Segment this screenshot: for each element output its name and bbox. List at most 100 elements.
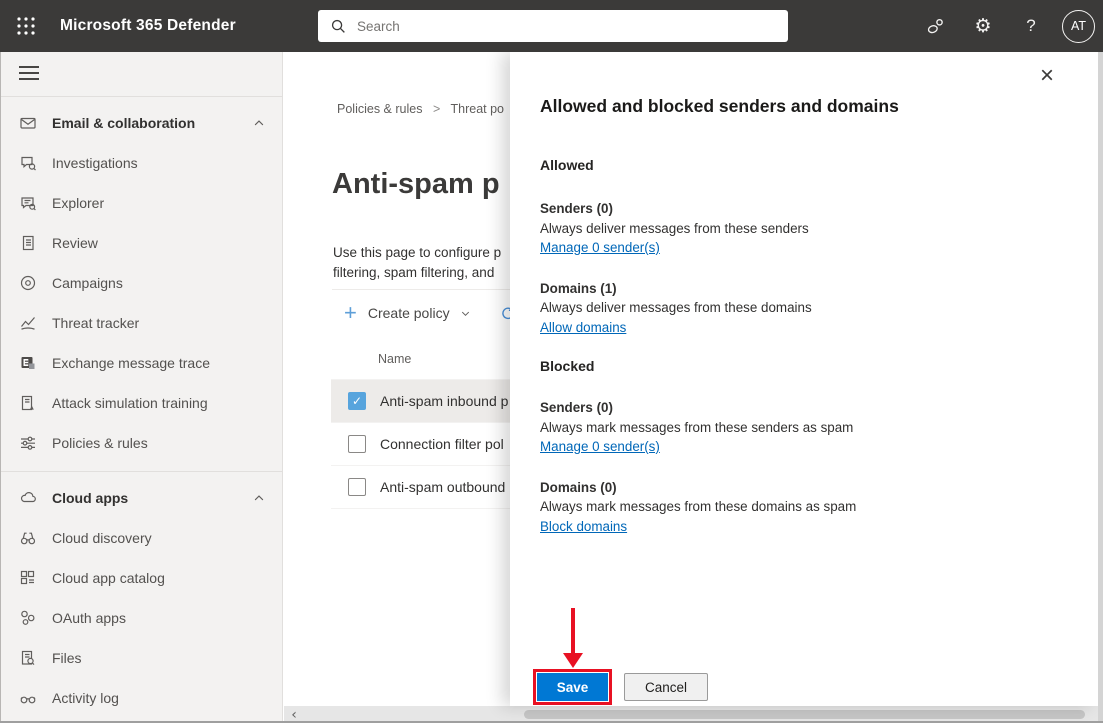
collapse-nav-button[interactable] — [1, 52, 282, 96]
sidebar-item-investigations[interactable]: Investigations — [1, 143, 282, 183]
sidebar-section-email-collaboration[interactable]: Email & collaboration — [1, 103, 282, 143]
review-icon — [22, 235, 34, 251]
sidebar-item-label: Files — [52, 650, 82, 666]
mail-icon — [20, 117, 36, 129]
sidebar-item-label: Email & collaboration — [52, 115, 196, 131]
sidebar-item-label: Review — [52, 235, 98, 251]
sidebar-item-attack-simulation-training[interactable]: Attack simulation training — [1, 383, 282, 423]
settings-button[interactable]: ⚙ — [966, 9, 1000, 43]
sidebar-item-files[interactable]: Files — [1, 638, 282, 678]
page-description: Use this page to configure p filtering, … — [333, 245, 502, 280]
avatar-initials: AT — [1070, 19, 1087, 33]
breadcrumb-threat-policies[interactable]: Threat po — [451, 102, 505, 116]
app-launcher-button[interactable] — [0, 0, 52, 52]
create-policy-button[interactable]: Create policy — [368, 305, 450, 321]
sidebar-item-label: Attack simulation training — [52, 395, 208, 411]
group-description: Always deliver messages from these sende… — [540, 220, 809, 236]
breadcrumb-separator: > — [432, 102, 441, 116]
search-input[interactable] — [357, 18, 737, 34]
allow-domains-link[interactable]: Allow domains — [540, 320, 626, 335]
sidebar-item-label: Threat tracker — [52, 315, 140, 331]
sidebar-item-label: Explorer — [52, 195, 105, 211]
sidebar-item-label: Cloud discovery — [52, 530, 152, 546]
chevron-down-icon[interactable] — [459, 307, 472, 320]
cloud-discovery-icon — [20, 532, 36, 545]
search-bar[interactable] — [318, 10, 788, 42]
threat-tracker-icon — [21, 317, 35, 330]
investigations-icon — [21, 156, 36, 171]
gear-icon: ⚙ — [974, 14, 992, 37]
group-label: Domains (0) — [540, 479, 617, 495]
scrollbar-thumb[interactable] — [524, 710, 1085, 719]
exchange-icon — [21, 357, 35, 369]
blocked-heading: Blocked — [540, 358, 595, 374]
breadcrumb-policies-rules[interactable]: Policies & rules — [337, 102, 422, 116]
feedback-button[interactable] — [918, 9, 952, 43]
sidebar-item-exchange-message-trace[interactable]: Exchange message trace — [1, 343, 282, 383]
chevron-up-icon — [252, 491, 266, 505]
app-window: Microsoft 365 Defender ⚙ ? AT — [0, 0, 1103, 723]
close-button[interactable]: × — [1040, 64, 1054, 88]
feedback-icon — [927, 18, 943, 33]
sidebar-item-activity-log[interactable]: Activity log — [1, 678, 282, 718]
flyout-title: Allowed and blocked senders and domains — [540, 96, 899, 116]
waffle-icon — [17, 17, 35, 35]
sidebar-item-explorer[interactable]: Explorer — [1, 183, 282, 223]
activity-log-icon — [20, 696, 36, 704]
sidebar-item-cloud-app-catalog[interactable]: Cloud app catalog — [1, 558, 282, 598]
save-button[interactable]: Save — [537, 673, 608, 701]
sidebar-item-label: OAuth apps — [52, 610, 126, 626]
sidebar: Email & collaboration Investigations Exp… — [0, 52, 283, 723]
allowed-heading: Allowed — [540, 157, 594, 173]
sidebar-item-campaigns[interactable]: Campaigns — [1, 263, 282, 303]
sidebar-item-label: Cloud app catalog — [52, 570, 165, 586]
blocked-domains-group: Domains (0) Always mark messages from th… — [540, 478, 1058, 537]
table-header-name[interactable]: Name — [378, 352, 411, 366]
help-button[interactable]: ? — [1014, 9, 1048, 43]
oauth-apps-icon — [21, 610, 35, 625]
topbar: Microsoft 365 Defender ⚙ ? AT — [0, 0, 1103, 52]
row-checkbox[interactable] — [348, 435, 366, 453]
account-avatar[interactable]: AT — [1062, 9, 1095, 43]
policies-rules-icon — [21, 436, 35, 450]
breadcrumb: Policies & rules > Threat po — [337, 102, 504, 116]
chevron-up-icon — [252, 116, 266, 130]
files-icon — [21, 650, 35, 666]
search-icon — [331, 19, 345, 33]
cancel-button[interactable]: Cancel — [624, 673, 708, 701]
vertical-scrollbar[interactable] — [1098, 52, 1103, 723]
sidebar-item-label: Activity log — [52, 690, 119, 706]
hamburger-icon — [19, 66, 39, 68]
campaigns-icon — [20, 275, 36, 291]
allowed-blocked-flyout: × Allowed and blocked senders and domain… — [510, 52, 1098, 706]
sidebar-item-label: Policies & rules — [52, 435, 148, 451]
topbar-actions: ⚙ ? AT — [918, 0, 1095, 52]
annotation-arrow-line — [571, 608, 575, 654]
cloud-icon — [20, 492, 36, 503]
row-checkbox-checked[interactable]: ✓ — [348, 392, 366, 410]
annotation-arrow-head — [563, 653, 583, 668]
allowed-senders-group: Senders (0) Always deliver messages from… — [540, 199, 1058, 258]
group-label: Senders (0) — [540, 201, 613, 216]
cloud-app-catalog-icon — [20, 570, 35, 585]
close-icon: × — [1039, 62, 1054, 89]
page-title: Anti-spam p — [332, 168, 500, 200]
sidebar-item-review[interactable]: Review — [1, 223, 282, 263]
manage-blocked-senders-link[interactable]: Manage 0 sender(s) — [540, 439, 660, 454]
manage-allowed-senders-link[interactable]: Manage 0 sender(s) — [540, 240, 660, 255]
group-label: Domains (1) — [540, 280, 617, 296]
app-title: Microsoft 365 Defender — [60, 17, 236, 34]
sidebar-section-cloud-apps[interactable]: Cloud apps — [1, 478, 282, 518]
block-domains-link[interactable]: Block domains — [540, 519, 627, 534]
policy-name: Connection filter pol — [380, 436, 504, 452]
group-description: Always mark messages from these senders … — [540, 419, 854, 435]
sidebar-item-label: Investigations — [52, 155, 138, 171]
sidebar-item-threat-tracker[interactable]: Threat tracker — [1, 303, 282, 343]
sidebar-item-policies-rules[interactable]: Policies & rules — [1, 423, 282, 463]
row-checkbox[interactable] — [348, 478, 366, 496]
sidebar-item-cloud-discovery[interactable]: Cloud discovery — [1, 518, 282, 558]
sidebar-item-label: Campaigns — [52, 275, 123, 291]
group-description: Always mark messages from these domains … — [540, 499, 857, 514]
sidebar-item-oauth-apps[interactable]: OAuth apps — [1, 598, 282, 638]
blocked-senders-group: Senders (0) Always mark messages from th… — [540, 398, 1058, 457]
